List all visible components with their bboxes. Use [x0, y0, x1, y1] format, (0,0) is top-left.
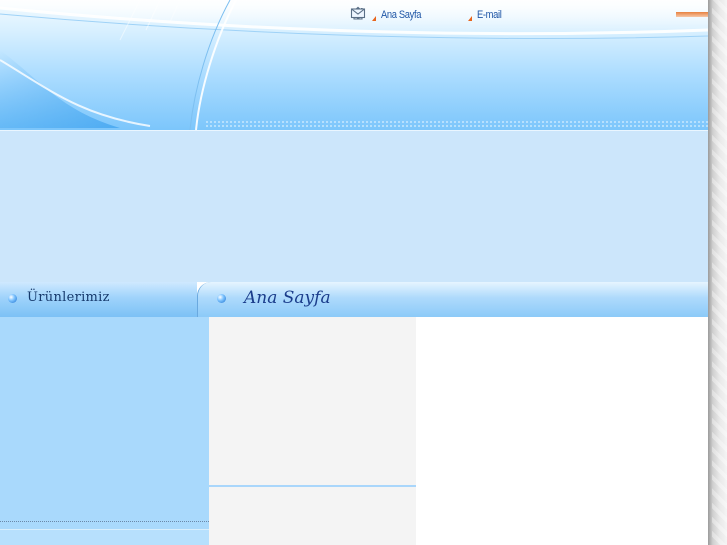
arrow-icon [468, 15, 473, 21]
page-edge-shadow [708, 0, 727, 545]
top-navigation: Ana Sayfa E-mail [350, 6, 506, 24]
banner-area [0, 130, 708, 282]
sidebar-divider [0, 521, 209, 523]
header-banner: Ana Sayfa E-mail [0, 0, 708, 130]
main-content [416, 317, 708, 545]
middle-divider [209, 485, 416, 487]
products-title: Ürünlerimiz [27, 290, 110, 305]
bullet-icon [217, 294, 226, 303]
nav-email-link[interactable]: E-mail [350, 8, 506, 22]
sidebar-footer [0, 529, 209, 545]
envelope-icon [350, 8, 462, 22]
header-accent-tab [676, 12, 708, 17]
nav-email-label[interactable]: E-mail [477, 9, 502, 21]
nav-home-label[interactable]: Ana Sayfa [381, 9, 421, 21]
dotted-strip [205, 120, 708, 128]
arrow-icon [372, 15, 376, 21]
middle-column [209, 317, 416, 545]
products-title-bar: Ürünlerimiz [0, 282, 197, 317]
page: Ana Sayfa E-mail Ürünlerimiz Ana Sayfa [0, 0, 708, 545]
page-title: Ana Sayfa [244, 288, 331, 308]
bullet-icon [8, 294, 17, 303]
section-title-bar: Ürünlerimiz Ana Sayfa [0, 282, 708, 317]
divider [0, 130, 708, 131]
products-sidebar [0, 317, 209, 545]
